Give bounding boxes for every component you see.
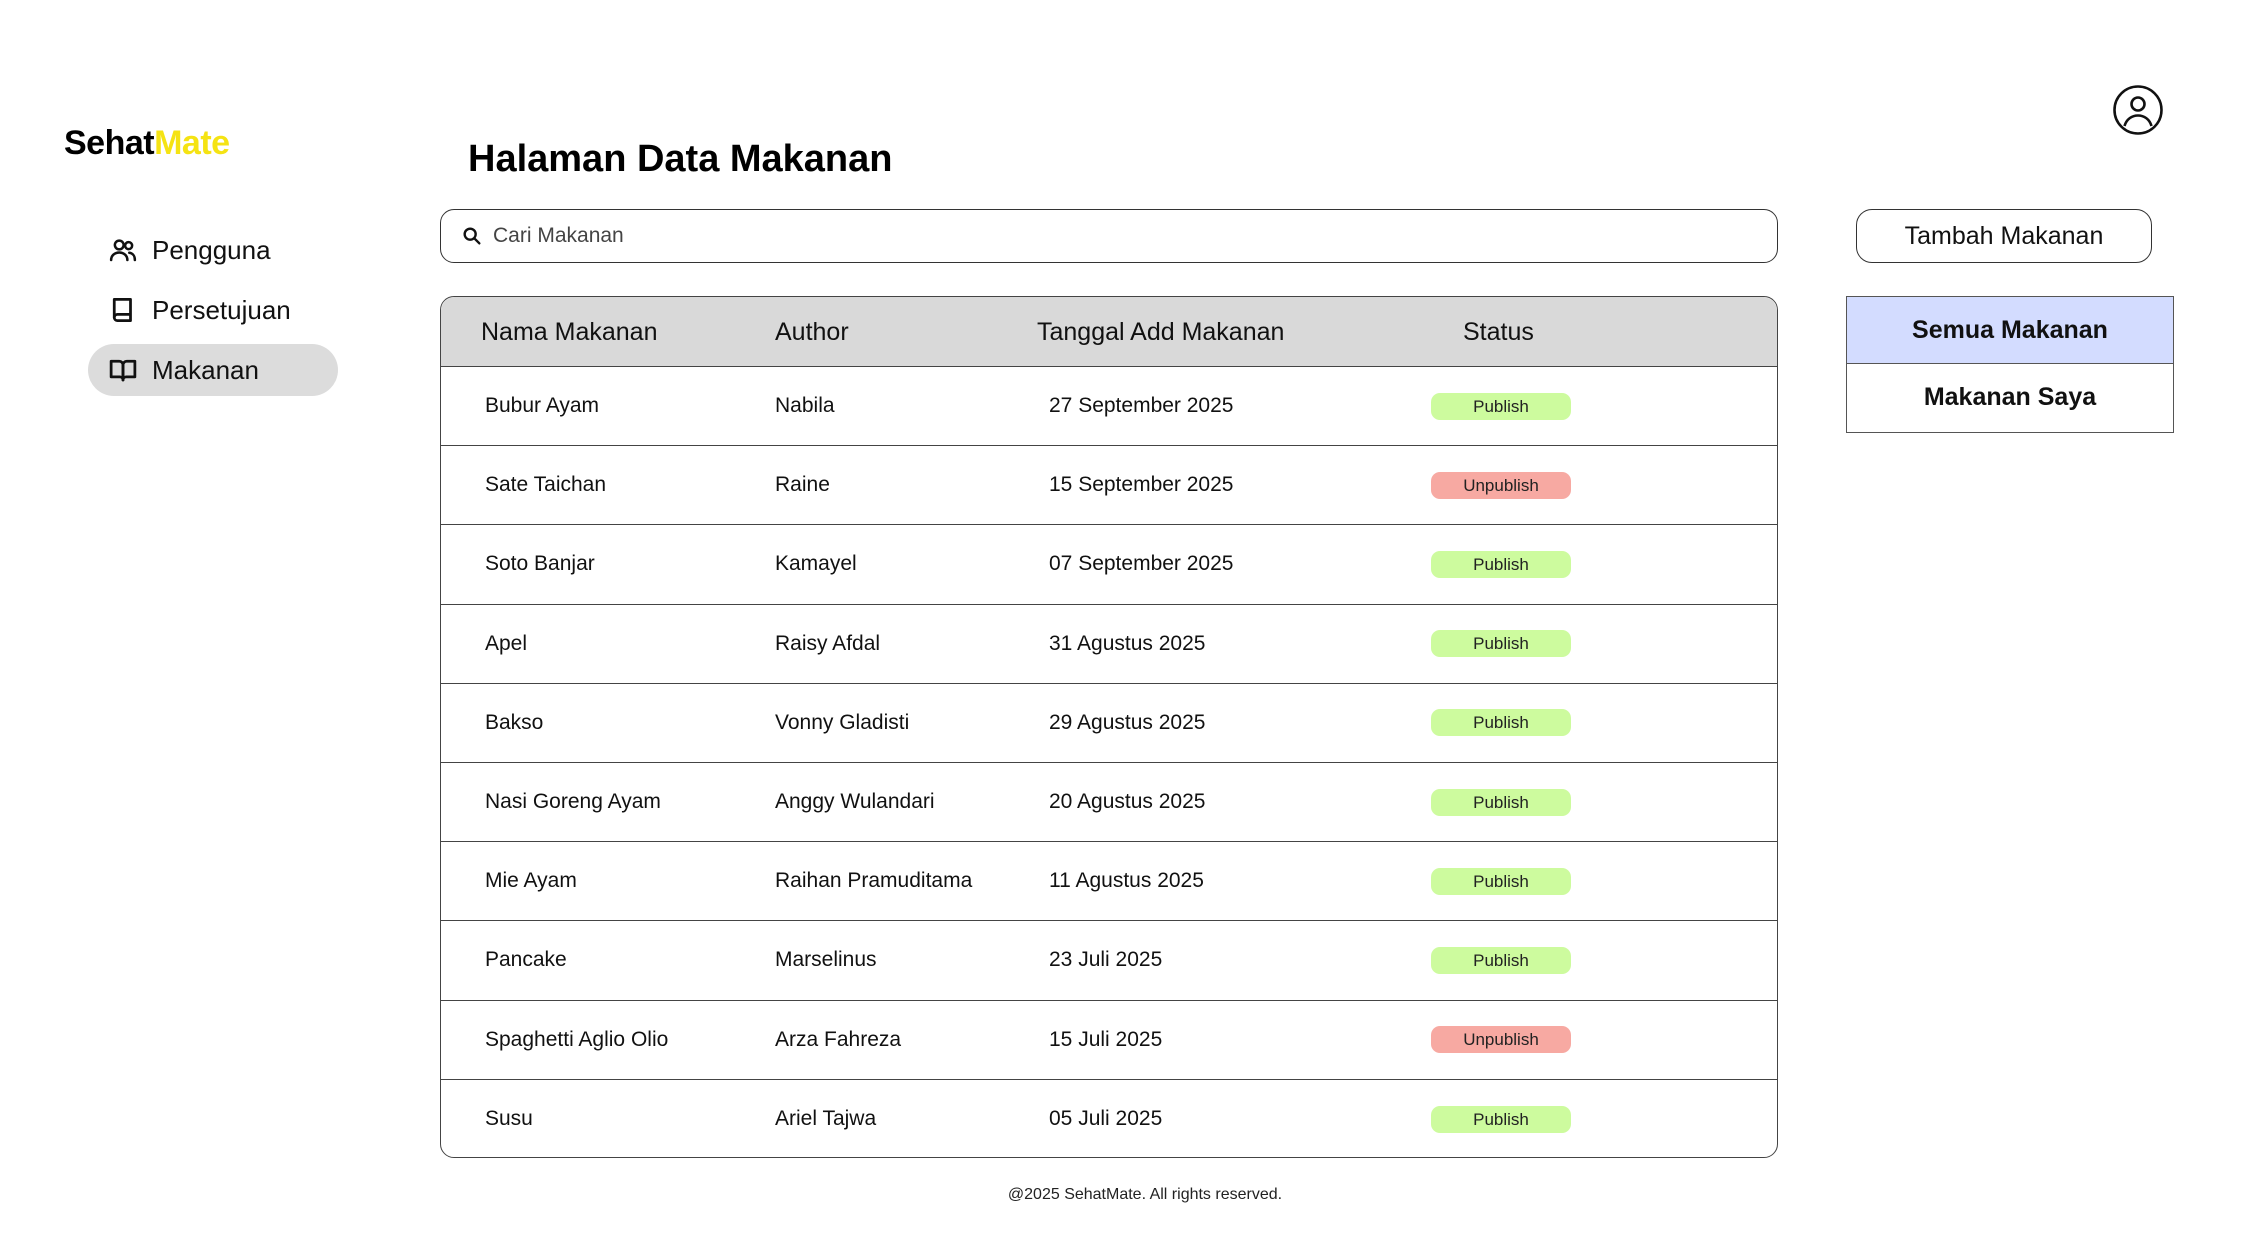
cell-author: Kamayel <box>775 552 857 576</box>
page-title: Halaman Data Makanan <box>468 138 893 180</box>
cell-author: Raisy Afdal <box>775 631 881 655</box>
table-row[interactable]: Nasi Goreng Ayam Anggy Wulandari 20 Agus… <box>441 763 1777 843</box>
cell-date: 29 Agustus 2025 <box>1049 710 1206 734</box>
brand-logo-part2: Mate <box>154 124 230 162</box>
brand-logo[interactable]: SehatMate <box>64 124 230 163</box>
sidebar-item-label: Persetujuan <box>152 294 291 325</box>
cell-date: 20 Agustus 2025 <box>1049 790 1206 814</box>
cell-name: Susu <box>485 1107 533 1131</box>
cell-author: Marselinus <box>775 948 877 972</box>
sidebar-item-label: Pengguna <box>152 234 271 265</box>
user-circle-icon <box>2113 85 2163 135</box>
table-row[interactable]: Bakso Vonny Gladisti 29 Agustus 2025 Pub… <box>441 684 1777 763</box>
search-bar[interactable] <box>440 209 1778 263</box>
cell-author: Raine <box>775 473 830 497</box>
status-badge[interactable]: Publish <box>1431 392 1571 420</box>
table-row[interactable]: Spaghetti Aglio Olio Arza Fahreza 15 Jul… <box>441 1001 1777 1080</box>
table-row[interactable]: Mie Ayam Raihan Pramuditama 11 Agustus 2… <box>441 842 1777 922</box>
cell-author: Ariel Tajwa <box>775 1107 877 1131</box>
column-header-status[interactable]: Status <box>1463 297 1534 367</box>
status-badge[interactable]: Unpublish <box>1431 1026 1571 1054</box>
table-row[interactable]: Pancake Marselinus 23 Juli 2025 Publish <box>441 921 1777 1001</box>
footer-copyright: @2025 SehatMate. All rights reserved. <box>1007 1186 1283 1203</box>
sidebar-item-persetujuan[interactable]: Persetujuan <box>88 284 338 336</box>
column-header-name[interactable]: Nama Makanan <box>481 297 657 367</box>
search-input[interactable] <box>493 224 1777 248</box>
table-row[interactable]: Sate Taichan Raine 15 September 2025 Unp… <box>441 446 1777 526</box>
cell-author: Arza Fahreza <box>775 1027 902 1051</box>
filter-all-foods[interactable]: Semua Makanan <box>1847 297 2173 364</box>
cell-date: 11 Agustus 2025 <box>1049 869 1204 893</box>
filter-my-foods[interactable]: Makanan Saya <box>1847 364 2173 431</box>
cell-name: Apel <box>485 631 528 655</box>
sidebar-item-makanan[interactable]: Makanan <box>88 344 338 396</box>
cell-name: Nasi Goreng Ayam <box>485 790 661 814</box>
cell-author: Anggy Wulandari <box>775 790 935 814</box>
filter-panel: Semua Makanan Makanan Saya <box>1846 296 2174 433</box>
column-header-date[interactable]: Tanggal Add Makanan <box>1037 297 1284 367</box>
cell-date: 07 September 2025 <box>1049 552 1234 576</box>
cell-name: Pancake <box>485 948 567 972</box>
cell-author: Raihan Pramuditama <box>775 869 973 893</box>
status-badge[interactable]: Unpublish <box>1431 471 1571 499</box>
cell-name: Soto Banjar <box>485 552 595 576</box>
cell-date: 05 Juli 2025 <box>1049 1107 1163 1131</box>
table-row[interactable]: Bubur Ayam Nabila 27 September 2025 Publ… <box>441 367 1777 447</box>
sidebar-item-label: Makanan <box>152 354 259 385</box>
cell-date: 27 September 2025 <box>1049 394 1234 418</box>
status-badge[interactable]: Publish <box>1431 630 1571 658</box>
table-header: Nama Makanan Author Tanggal Add Makanan … <box>441 297 1777 367</box>
cell-name: Sate Taichan <box>485 473 607 497</box>
status-badge[interactable]: Publish <box>1431 1105 1571 1133</box>
book-icon <box>112 298 132 322</box>
cell-date: 15 Juli 2025 <box>1049 1027 1163 1051</box>
status-badge[interactable]: Publish <box>1431 709 1571 737</box>
sidebar: Pengguna Persetujuan Makanan <box>88 224 338 404</box>
page: SehatMate Pengguna Persetujuan Makanan H… <box>0 0 2264 1233</box>
status-badge[interactable]: Publish <box>1431 867 1571 895</box>
food-table: Nama Makanan Author Tanggal Add Makanan … <box>440 296 1778 1158</box>
users-icon <box>109 239 137 262</box>
cell-name: Bubur Ayam <box>485 394 600 418</box>
cell-date: 23 Juli 2025 <box>1049 948 1163 972</box>
cell-name: Bakso <box>485 710 544 734</box>
cell-name: Mie Ayam <box>485 869 577 893</box>
cell-date: 15 September 2025 <box>1049 473 1234 497</box>
cell-author: Vonny Gladisti <box>775 710 910 734</box>
open-book-icon <box>109 359 137 382</box>
status-badge[interactable]: Publish <box>1431 946 1571 974</box>
sidebar-item-pengguna[interactable]: Pengguna <box>88 224 338 276</box>
table-row[interactable]: Apel Raisy Afdal 31 Agustus 2025 Publish <box>441 605 1777 684</box>
column-header-author[interactable]: Author <box>775 297 849 367</box>
table-row[interactable]: Susu Ariel Tajwa 05 Juli 2025 Publish <box>441 1080 1777 1157</box>
status-badge[interactable]: Publish <box>1431 788 1571 816</box>
user-avatar-button[interactable] <box>2112 84 2164 136</box>
table-row[interactable]: Soto Banjar Kamayel 07 September 2025 Pu… <box>441 525 1777 605</box>
cell-name: Spaghetti Aglio Olio <box>485 1027 669 1051</box>
add-food-button[interactable]: Tambah Makanan <box>1856 209 2152 263</box>
brand-logo-part1: Sehat <box>64 124 155 162</box>
status-badge[interactable]: Publish <box>1431 550 1571 578</box>
cell-author: Nabila <box>775 394 835 418</box>
search-icon <box>463 227 481 245</box>
cell-date: 31 Agustus 2025 <box>1049 631 1206 655</box>
